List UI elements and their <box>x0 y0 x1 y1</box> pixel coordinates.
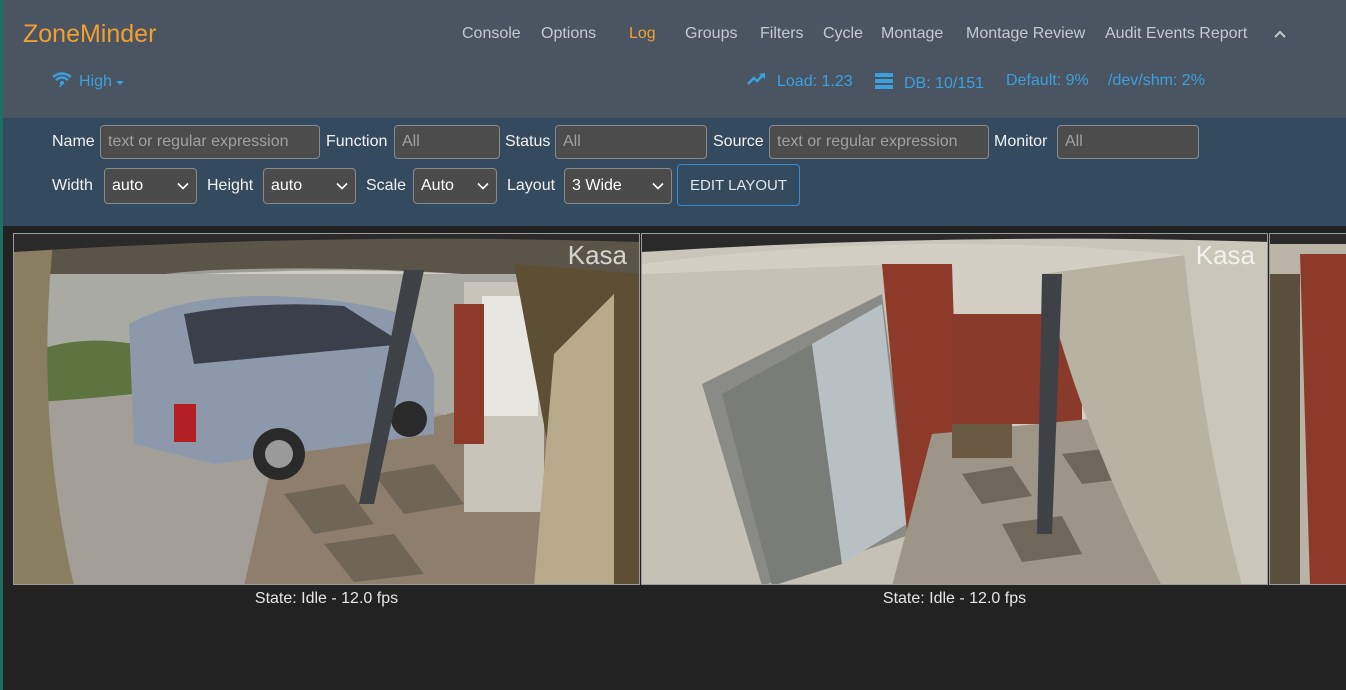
chevron-down-icon <box>177 177 189 195</box>
camera-watermark: Kasa <box>1195 240 1255 270</box>
caret-down-icon <box>115 73 130 91</box>
bandwidth-label: High <box>79 72 112 90</box>
load-status: Load: 1.23 <box>747 72 853 91</box>
nav-options[interactable]: Options <box>541 25 596 43</box>
nav-console[interactable]: Console <box>462 25 521 43</box>
wifi-icon <box>51 71 79 92</box>
width-label: Width <box>52 177 93 194</box>
nav-cycle[interactable]: Cycle <box>823 25 863 43</box>
bandwidth-dropdown[interactable]: High <box>51 71 130 92</box>
nav-log[interactable]: Log <box>629 25 656 43</box>
monitor-feed-porch[interactable]: Kasa <box>641 233 1268 585</box>
layout-label: Layout <box>507 177 556 194</box>
status-filter-label: Status <box>505 133 551 150</box>
edit-layout-button[interactable]: EDIT LAYOUT <box>677 164 800 206</box>
chevron-down-icon <box>477 177 489 195</box>
trending-up-icon <box>747 72 777 91</box>
database-icon <box>874 72 904 95</box>
monitor-feed-driveway[interactable]: Kasa <box>13 233 640 585</box>
db-value: DB: 10/151 <box>904 74 985 92</box>
monitor-filter-label: Monitor <box>994 133 1048 150</box>
top-navbar: ZoneMinder Console Options Log Groups Fi… <box>3 0 1346 118</box>
chevron-down-icon <box>336 177 348 195</box>
name-filter-label: Name <box>52 133 95 150</box>
name-filter-input[interactable] <box>100 125 320 159</box>
function-filter-label: Function <box>326 133 388 150</box>
monitor-filter-input[interactable] <box>1057 125 1199 159</box>
monitor-feed-partial[interactable] <box>1269 233 1346 585</box>
scale-label: Scale <box>366 177 407 194</box>
width-select[interactable]: auto <box>104 168 197 204</box>
status-filter-input[interactable] <box>555 125 707 159</box>
height-select[interactable]: auto <box>263 168 356 204</box>
camera-watermark: Kasa <box>567 240 627 270</box>
nav-audit-events-report[interactable]: Audit Events Report <box>1105 25 1247 43</box>
monitor-state-driveway: State: Idle - 12.0 fps <box>254 590 399 607</box>
monitor-state-porch: State: Idle - 12.0 fps <box>882 590 1027 607</box>
load-value: Load: 1.23 <box>777 72 853 90</box>
layout-select[interactable]: 3 Wide <box>564 168 672 204</box>
layout-select-value: 3 Wide <box>572 177 622 194</box>
scale-select[interactable]: Auto <box>413 168 497 204</box>
scale-select-value: Auto <box>421 177 454 194</box>
shm-value: /dev/shm: 2% <box>1108 72 1205 89</box>
width-select-value: auto <box>112 177 144 194</box>
nav-groups[interactable]: Groups <box>685 25 737 43</box>
brand-logo[interactable]: ZoneMinder <box>23 20 156 49</box>
nav-montage-review[interactable]: Montage Review <box>966 25 1085 43</box>
collapse-chevron-up-icon[interactable] <box>1273 27 1287 41</box>
default-storage-status: Default: 9% <box>1006 72 1089 90</box>
nav-montage[interactable]: Montage <box>881 25 943 43</box>
db-status: DB: 10/151 <box>874 72 984 95</box>
source-filter-input[interactable] <box>769 125 989 159</box>
chevron-down-icon <box>652 177 664 195</box>
height-label: Height <box>207 177 254 194</box>
source-filter-label: Source <box>713 133 764 150</box>
default-storage-value: Default: 9% <box>1006 72 1089 89</box>
function-filter-input[interactable] <box>394 125 500 159</box>
shm-status: /dev/shm: 2% <box>1108 72 1205 90</box>
nav-filters[interactable]: Filters <box>760 25 804 43</box>
height-select-value: auto <box>271 177 303 194</box>
